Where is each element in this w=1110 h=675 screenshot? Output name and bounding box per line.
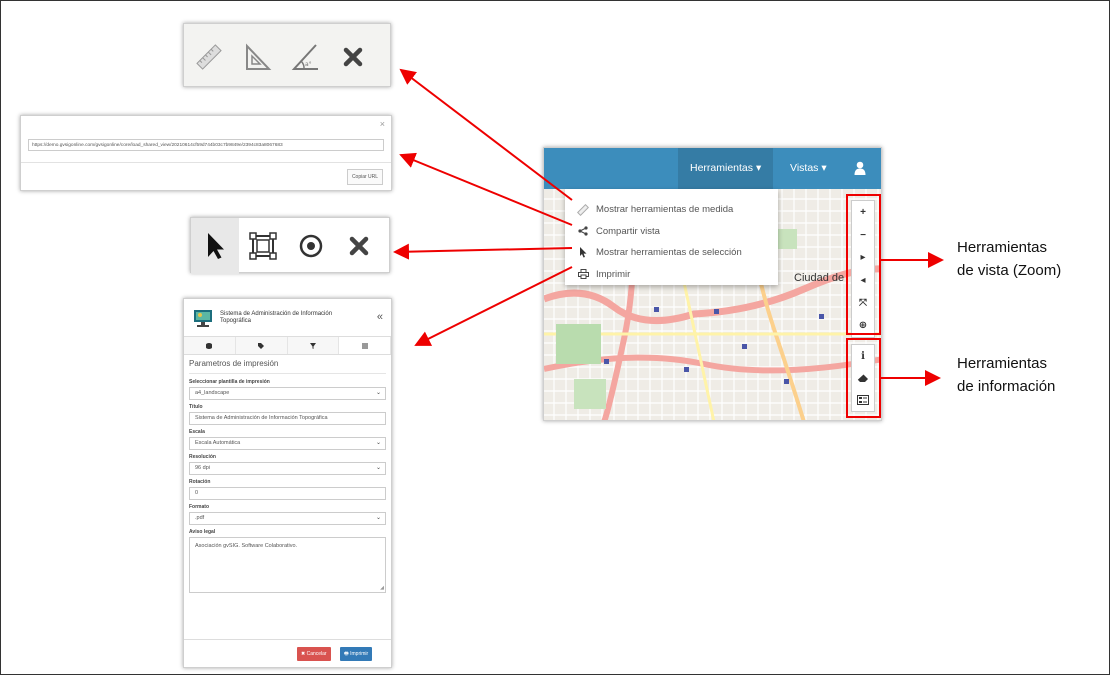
rotation-input[interactable]: 0 [189, 487, 386, 500]
nav-vistas-menu[interactable]: Vistas ▾ [790, 148, 827, 189]
callout-line: Herramientas [957, 239, 1048, 256]
print-parameters-panel: Sistema de Administración de Información… [183, 298, 392, 668]
cancel-button[interactable]: ✖ Cancelar [297, 647, 331, 661]
legal-textarea[interactable]: Asociación gvSIG. Software Colaborativo.… [189, 537, 386, 593]
format-label: Formato [189, 504, 209, 510]
layers-icon [206, 342, 213, 349]
zoom-tools-callout: Herramientas de vista (Zoom) [957, 236, 1061, 282]
measure-tools-panel: a° [183, 23, 391, 87]
pointer-icon[interactable] [191, 218, 239, 274]
menu-item-label: Mostrar herramientas de medida [596, 204, 734, 216]
tab-tags[interactable] [235, 337, 288, 354]
scale-select[interactable]: Escala Automática ⌄ [189, 437, 386, 450]
ruler-icon [576, 203, 590, 216]
ruler-icon[interactable] [192, 40, 226, 74]
menu-item-label: Mostrar herramientas de selección [596, 247, 742, 259]
menu-item-selection-tools[interactable]: Mostrar herramientas de selección [565, 242, 778, 264]
print-panel-header: Sistema de Administración de Información… [184, 299, 391, 337]
share-view-dialog: × https://demo.gvsigonline.com/gvsigonli… [20, 115, 392, 191]
scale-value: Escala Automática [195, 440, 241, 446]
resolution-value: 96 dpi [195, 465, 210, 471]
info-tools-callout: Herramientas de información [957, 352, 1055, 398]
triangle-ruler-icon[interactable] [240, 40, 274, 74]
tab-print[interactable] [339, 337, 391, 354]
app-logo-icon [194, 309, 212, 327]
map-city-label: Ciudad de [794, 272, 845, 284]
print-section-title: Parametros de impresión [189, 359, 386, 374]
callout-line: Herramientas [957, 355, 1048, 372]
selection-tools-panel [190, 217, 390, 274]
svg-text:a°: a° [305, 61, 312, 68]
info-controls-highlight [846, 338, 881, 418]
print-icon [576, 269, 590, 280]
resolution-select[interactable]: 96 dpi ⌄ [189, 462, 386, 475]
tag-icon [258, 342, 265, 349]
title-input[interactable]: Sistema de Administración de Información… [189, 412, 386, 425]
chevron-down-icon: ⌄ [375, 440, 381, 446]
box-select-icon[interactable] [239, 218, 287, 274]
share-url-input[interactable]: https://demo.gvsigonline.com/gvsigonline… [28, 139, 384, 151]
share-close-button[interactable]: × [380, 119, 385, 129]
resize-grip-icon[interactable]: ◢ [380, 585, 384, 591]
menu-item-measure-tools[interactable]: Mostrar herramientas de medida [565, 199, 778, 221]
callout-line: de información [957, 378, 1056, 395]
rotation-value: 0 [195, 490, 199, 496]
angle-icon[interactable]: a° [288, 40, 322, 74]
filter-icon [309, 342, 316, 349]
circle-select-icon[interactable] [287, 218, 335, 274]
nav-herramientas-menu[interactable]: Herramientas ▾ [678, 148, 774, 189]
legal-value: Asociación gvSIG. Software Colaborativo. [195, 543, 298, 549]
menu-item-share-view[interactable]: Compartir vista [565, 221, 778, 243]
template-value: a4_landscape [195, 390, 230, 396]
tab-layers[interactable] [184, 337, 236, 354]
share-divider [21, 162, 391, 163]
zoom-controls-highlight [846, 194, 881, 335]
legal-label: Aviso legal [189, 529, 216, 535]
pointer-icon [576, 247, 590, 258]
title-value: Sistema de Administración de Información… [195, 415, 328, 421]
rotation-label: Rotación [189, 479, 211, 485]
template-label: Seleccionar plantilla de impresión [189, 379, 270, 385]
close-icon[interactable] [336, 40, 370, 74]
copy-url-button[interactable]: Copiar URL [347, 169, 383, 185]
chevron-down-icon: ⌄ [375, 515, 381, 521]
close-icon[interactable] [335, 218, 383, 274]
print-button[interactable]: 🖶 Imprimir [340, 647, 373, 661]
share-icon [576, 226, 590, 236]
app-title: Sistema de Administración de Información… [220, 310, 333, 324]
menu-item-print[interactable]: Imprimir [565, 264, 778, 286]
callout-line: de vista (Zoom) [957, 262, 1062, 279]
herramientas-dropdown: Mostrar herramientas de medida Compartir… [565, 189, 778, 285]
template-select[interactable]: a4_landscape ⌄ [189, 387, 386, 400]
map-viewer: Herramientas ▾ Vistas ▾ Ciudad de Mostra… [543, 147, 882, 421]
format-value: .pdf [195, 515, 205, 521]
format-select[interactable]: .pdf ⌄ [189, 512, 386, 525]
tab-filter[interactable] [287, 337, 340, 354]
menu-item-label: Compartir vista [596, 225, 660, 237]
collapse-panel-button[interactable]: « [377, 311, 383, 323]
menu-item-label: Imprimir [596, 268, 631, 280]
title-label: Título [189, 404, 203, 410]
user-icon[interactable] [854, 148, 866, 189]
list-icon [361, 343, 368, 348]
chevron-down-icon: ⌄ [375, 390, 381, 396]
resolution-label: Resolución [189, 454, 216, 460]
scale-label: Escala [189, 429, 205, 435]
chevron-down-icon: ⌄ [375, 465, 381, 471]
